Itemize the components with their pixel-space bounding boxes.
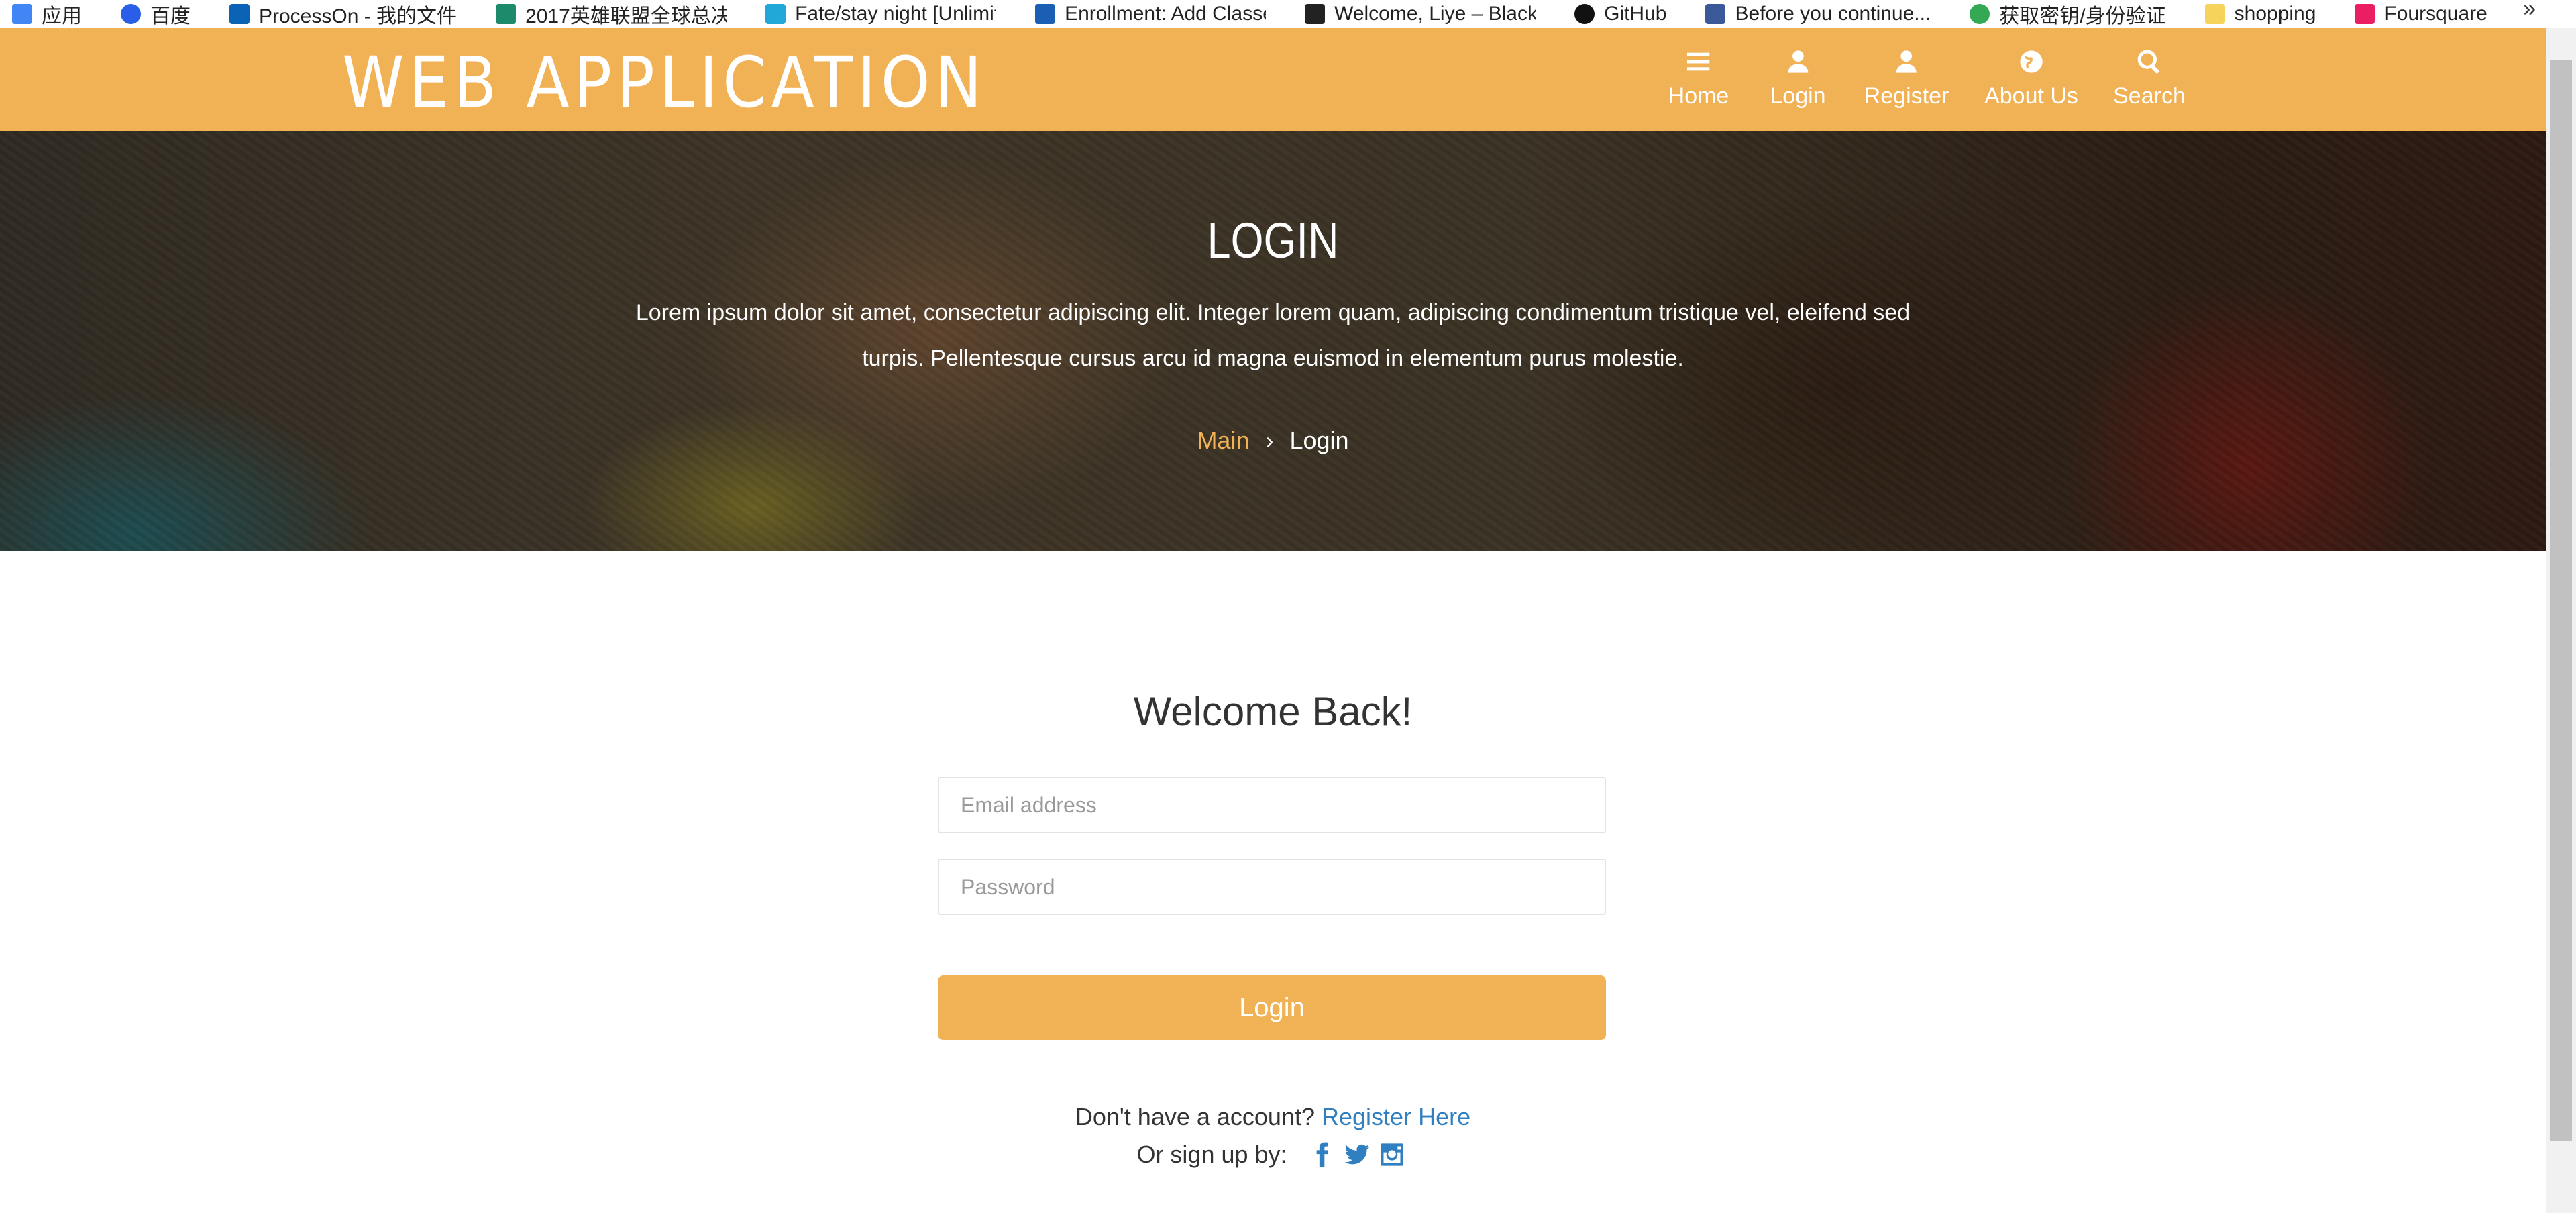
bookmark-shopping[interactable]: shopping [2193, 3, 2316, 25]
social-signup: Or sign up by: [0, 1141, 2546, 1169]
bookmark-github[interactable]: GitHub [1562, 3, 1666, 25]
bookmark-before-continue[interactable]: Before you continue... [1693, 3, 1931, 25]
main-nav: Home Login Register About Us Search [0, 48, 2546, 129]
bookmarks-bar: 应用 百度 ProcessOn - 我的文件 2017英雄联盟全球总决赛 Fat… [0, 0, 2576, 28]
nav-home[interactable]: Home [1668, 48, 1729, 109]
bookmark-label: GitHub [1604, 3, 1667, 25]
email-field[interactable] [938, 777, 1606, 833]
nav-label: Register [1864, 83, 1949, 109]
bookmark-label: 2017英雄联盟全球总决赛 [525, 5, 727, 28]
site-header: WEB APPLICATION Home Login Register Abou… [0, 28, 2546, 131]
register-link[interactable]: Register Here [1322, 1103, 1470, 1130]
hero-description: Lorem ipsum dolor sit amet, consectetur … [635, 300, 1911, 371]
google-icon [1970, 4, 1990, 24]
list-icon [1687, 52, 1710, 71]
twitter-icon[interactable] [1344, 1141, 1371, 1168]
nav-register[interactable]: Register [1864, 48, 1949, 109]
blackboard-icon [1305, 4, 1326, 24]
user-icon [1896, 50, 1917, 73]
signup-by-text: Or sign up by: [1136, 1141, 1287, 1168]
bookmark-label: 应用 [42, 5, 82, 28]
nav-label: Login [1770, 83, 1826, 109]
bookmark-label: Welcome, Liye – Blackboard [1334, 3, 1536, 25]
bookmark-label: 百度 [150, 5, 191, 28]
enrollment-icon [1035, 4, 1056, 24]
search-icon [2137, 50, 2160, 74]
foursquare-icon [2355, 4, 2375, 24]
nav-about-us[interactable]: About Us [1984, 48, 2078, 109]
breadcrumb-separator: › [1265, 427, 1274, 454]
password-field[interactable] [938, 859, 1606, 915]
bookmark-key[interactable]: 获取密钥/身份验证 [1957, 0, 2166, 28]
user-icon [1787, 50, 1808, 73]
bookmark-label: Fate/stay night [Unlimited [795, 3, 996, 25]
bookmark-label: Foursquare [2384, 3, 2487, 25]
bookmark-label: 获取密钥/身份验证 [1999, 5, 2166, 28]
bookmarks-overflow-button[interactable]: » [2523, 0, 2536, 22]
bookmark-baidu[interactable]: 百度 [109, 0, 191, 28]
breadcrumb: Main › Login [0, 427, 2546, 455]
login-button[interactable]: Login [938, 975, 1606, 1040]
nav-label: Search [2113, 83, 2186, 109]
bookmark-lol[interactable]: 2017英雄联盟全球总决赛 [484, 0, 727, 28]
github-icon [1574, 4, 1595, 24]
page-scrollbar[interactable] [2546, 28, 2576, 1213]
baidu-icon [121, 4, 141, 24]
nav-search[interactable]: Search [2113, 48, 2186, 109]
bookmark-fate[interactable]: Fate/stay night [Unlimited [753, 3, 996, 25]
nav-login[interactable]: Login [1770, 48, 1826, 109]
breadcrumb-current: Login [1289, 427, 1349, 454]
register-prompt: Don't have a account? Register Here [0, 1103, 2546, 1131]
nav-label: About Us [1984, 83, 2078, 109]
nav-label: Home [1668, 83, 1729, 109]
folder-icon [2204, 4, 2225, 24]
globe-icon [2020, 50, 2043, 73]
facebook-icon[interactable] [1309, 1141, 1336, 1168]
welcome-heading: Welcome Back! [1133, 689, 1413, 734]
bookmark-processon[interactable]: ProcessOn - 我的文件 [217, 0, 457, 28]
hero-banner: LOGIN Lorem ipsum dolor sit amet, consec… [0, 131, 2546, 551]
page-title: LOGIN [1207, 213, 1339, 268]
scrollbar-thumb[interactable] [2550, 60, 2572, 1141]
bookmark-enrollment[interactable]: Enrollment: Add Classes [1023, 3, 1266, 25]
bookmark-label: shopping [2234, 3, 2316, 25]
bookmark-label: Enrollment: Add Classes [1065, 3, 1267, 25]
lol-icon [496, 4, 517, 24]
no-account-text: Don't have a account? [1075, 1103, 1315, 1130]
bookmark-blackboard[interactable]: Welcome, Liye – Blackboard [1293, 3, 1536, 25]
instagram-icon[interactable] [1379, 1141, 1405, 1168]
breadcrumb-main-link[interactable]: Main [1197, 427, 1249, 454]
apps-icon [12, 4, 32, 24]
bookmark-label: Before you continue... [1735, 3, 1931, 25]
bookmark-apps[interactable]: 应用 [0, 0, 82, 28]
processon-icon [229, 4, 250, 24]
bilibili-icon [765, 4, 786, 24]
bookmark-label: ProcessOn - 我的文件 [259, 5, 458, 28]
jira-icon [1705, 4, 1726, 24]
bookmark-foursquare[interactable]: Foursquare [2343, 3, 2487, 25]
